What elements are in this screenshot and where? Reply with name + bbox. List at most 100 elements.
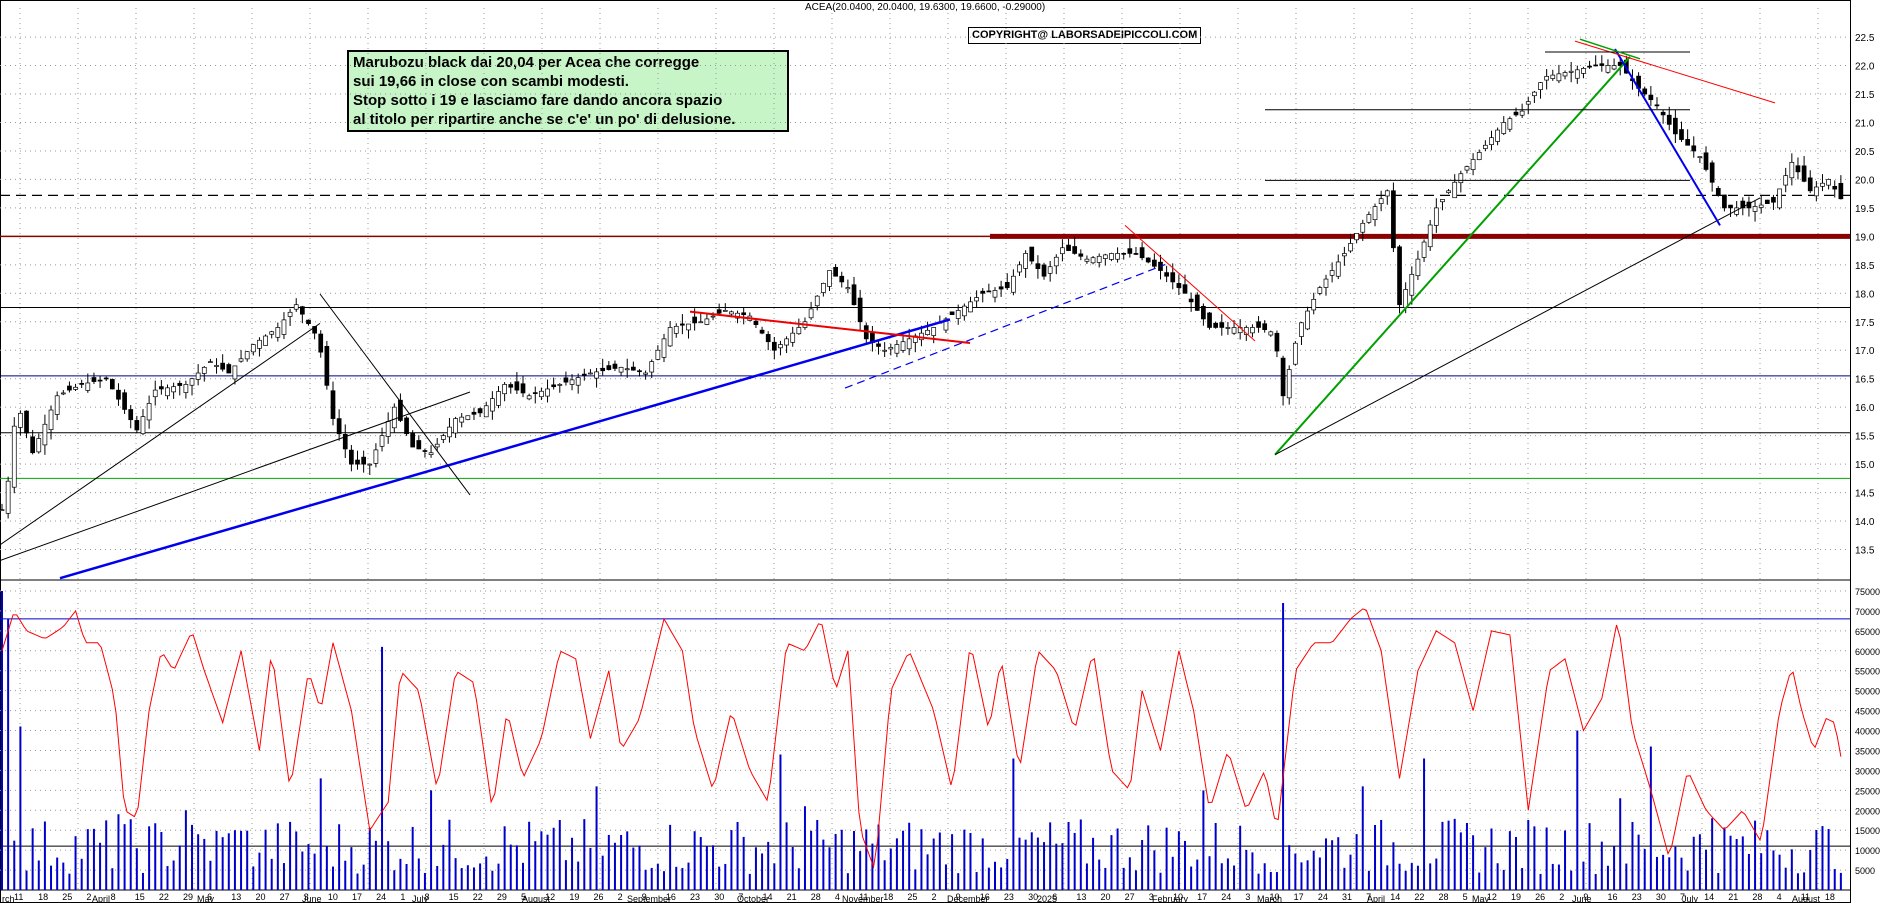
candle-down [514, 381, 520, 391]
candle-up [287, 311, 293, 317]
candle-up [1060, 247, 1065, 255]
candle-down [1679, 129, 1684, 140]
candle-down [998, 286, 1004, 290]
candle-up [434, 443, 440, 448]
x-day-label: 15 [135, 892, 145, 902]
candle-up [1102, 254, 1108, 259]
candle-down [1274, 332, 1280, 352]
candle-up [1292, 342, 1298, 365]
volume-tick-label: 60000 [1855, 647, 1880, 657]
trendline [0, 391, 471, 562]
x-day-label: 17 [1197, 892, 1207, 902]
candle-up [1305, 310, 1310, 330]
candle-down [1139, 247, 1145, 259]
candle-up [1335, 261, 1341, 277]
price-tick-label: 20.0 [1855, 175, 1875, 186]
candle-down [551, 384, 557, 388]
candle-up [624, 368, 630, 371]
candle-up [1384, 190, 1390, 197]
candle-down [630, 366, 636, 371]
candle-up [183, 384, 189, 393]
candle-up [1360, 222, 1366, 233]
volume-tick-label: 30000 [1855, 766, 1880, 776]
x-month-label: July [412, 894, 429, 903]
candle-up [1329, 270, 1335, 276]
candle-up [1495, 129, 1500, 142]
candle-up [1525, 101, 1531, 105]
candle-up [1758, 204, 1764, 208]
candle-up [440, 435, 446, 440]
trendline [319, 293, 471, 496]
candle-up [257, 339, 262, 349]
volume-tick-label: 5000 [1855, 866, 1875, 876]
x-day-label: 29 [183, 892, 193, 902]
candle-up [189, 378, 195, 386]
trendline [1614, 48, 1721, 226]
candle-up [1286, 369, 1292, 399]
candle-down [177, 382, 183, 386]
candle-up [643, 372, 648, 375]
candle-down [1728, 204, 1733, 209]
candle-up [1556, 73, 1562, 82]
candle-down [1673, 117, 1678, 135]
candle-down [520, 383, 526, 394]
volume-tick-label: 35000 [1855, 746, 1880, 756]
candle-down [1722, 194, 1727, 209]
candle-down [1587, 65, 1592, 68]
candle-down [857, 297, 863, 323]
candle-up [569, 379, 575, 385]
candle-up [1017, 264, 1022, 273]
candle-up [1409, 273, 1415, 296]
candle-up [379, 435, 385, 447]
candle-up [821, 282, 826, 293]
candle-down [1709, 162, 1715, 183]
candle-up [992, 290, 998, 298]
candle-down [771, 341, 777, 351]
x-month-label: May [197, 894, 215, 903]
price-tick-label: 22.5 [1855, 33, 1875, 44]
x-month-label: August [1792, 894, 1821, 903]
candle-up [796, 327, 802, 335]
x-month-label: July [1682, 894, 1699, 903]
candle-down [330, 390, 336, 419]
candle-up [925, 329, 930, 335]
x-day-label: 28 [1752, 892, 1762, 902]
candle-up [85, 382, 91, 391]
candle-up [232, 365, 238, 380]
x-day-label: 19 [569, 892, 579, 902]
x-day-label: 14 [1390, 892, 1400, 902]
x-day-label: 17 [352, 892, 362, 902]
candle-up [1458, 173, 1464, 184]
x-month-label: September [627, 894, 671, 903]
candle-up [1501, 122, 1507, 134]
candle-up [1427, 224, 1433, 248]
x-day-label: 22 [159, 892, 169, 902]
candle-down [980, 290, 986, 294]
x-day-label: 13 [1076, 892, 1086, 902]
candle-down [220, 362, 226, 370]
candle-down [1397, 246, 1402, 306]
candle-up [575, 377, 581, 386]
x-day-label: 22 [473, 892, 483, 902]
candle-up [1489, 137, 1494, 145]
candle-down [1072, 246, 1078, 254]
candle-down [103, 377, 109, 380]
candle-down [1256, 321, 1261, 328]
x-month-label: December [947, 894, 989, 903]
candle-up [1109, 253, 1114, 260]
candle-up [729, 311, 734, 315]
volume-tick-label: 15000 [1855, 826, 1880, 836]
candle-down [1121, 252, 1127, 255]
candle-up [490, 398, 495, 412]
candle-up [1532, 91, 1537, 97]
candle-up [11, 425, 17, 488]
x-day-label: 2 [932, 892, 937, 902]
x-day-label: 21 [1728, 892, 1738, 902]
candle-down [1262, 323, 1268, 331]
x-month-label: May [1472, 894, 1490, 903]
candle-up [1311, 298, 1317, 311]
candle-up [784, 338, 789, 346]
candle-down [134, 420, 140, 431]
x-day-label: 18 [38, 892, 48, 902]
trendline [1579, 38, 1641, 60]
